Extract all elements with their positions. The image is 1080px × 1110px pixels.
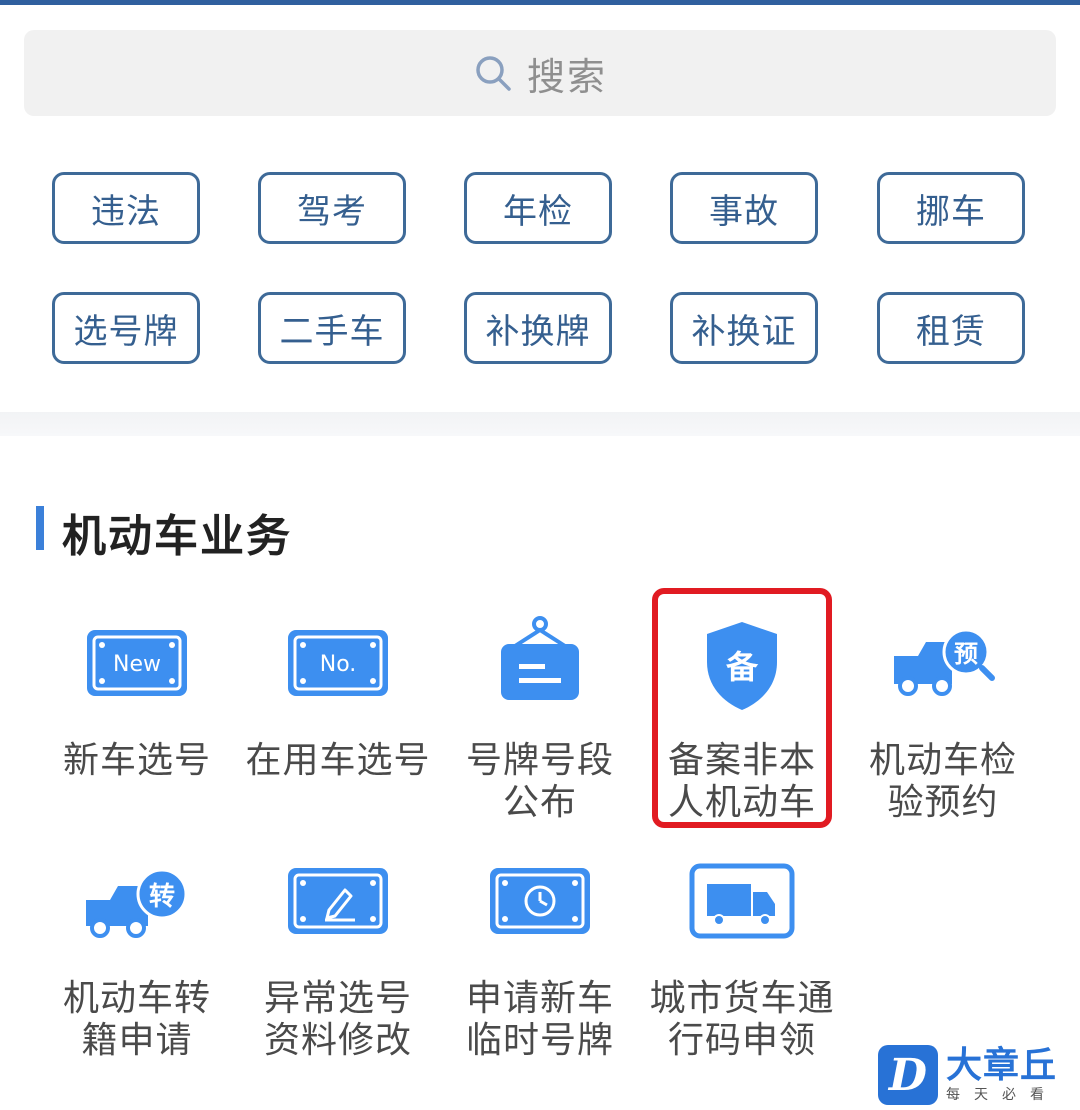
plate-clock-icon [490,868,590,934]
service-new-car-plate[interactable]: New 新车选号 [37,612,237,852]
service-plate-segment[interactable]: 号牌号段 公布 [440,612,640,852]
tag-move-car[interactable]: 挪车 [877,172,1025,244]
truck-appointment-icon: 预 [894,628,995,696]
search-icon [476,56,511,91]
service-inspection-appointment[interactable]: 预 机动车检 验预约 [843,612,1043,852]
tag-select-plate[interactable]: 选号牌 [52,292,200,364]
section-divider [0,412,1080,436]
service-label: 城市货车通 行码申领 [649,978,835,1061]
tag-annual-inspection[interactable]: 年检 [464,172,612,244]
service-label: 号牌号段 公布 [465,740,614,823]
service-cargo-truck-pass[interactable]: 城市货车通 行码申领 [642,850,842,1090]
cargo-truck-icon [689,863,795,939]
tag-rental[interactable]: 租赁 [877,292,1025,364]
svg-text:No.: No. [320,652,357,677]
section-title: 机动车业务 [62,511,292,562]
service-used-car-plate[interactable]: No. 在用车选号 [238,612,438,852]
service-transfer-registration[interactable]: 转 机动车转 籍申请 [37,850,237,1090]
service-temporary-plate[interactable]: 申请新车 临时号牌 [440,850,640,1090]
svg-text:预: 预 [954,640,978,668]
hanging-sign-icon [501,616,579,700]
shield-bei-icon: 备 [707,622,777,710]
service-label: 异常选号 资料修改 [263,978,412,1061]
service-label: 机动车检 验预约 [868,740,1017,823]
watermark: D 大章丘 每天必看 [878,1040,1080,1110]
new-plate-icon: New [87,630,187,696]
tag-used-car[interactable]: 二手车 [258,292,406,364]
tag-replace-license[interactable]: 补换证 [670,292,818,364]
search-placeholder: 搜索 [526,54,607,99]
watermark-slogan: 每天必看 [946,1087,1058,1103]
service-abnormal-plate-edit[interactable]: 异常选号 资料修改 [238,850,438,1090]
section-accent-bar [36,506,44,550]
tag-violation[interactable]: 违法 [52,172,200,244]
service-label: 新车选号 [62,740,211,781]
tag-driving-test[interactable]: 驾考 [258,172,406,244]
service-label: 申请新车 临时号牌 [465,978,614,1061]
svg-text:转: 转 [149,882,175,912]
service-label: 在用车选号 [245,740,431,781]
search-bar[interactable]: 搜索 [24,30,1056,116]
service-register-non-owner-vehicle[interactable]: 备 备案非本 人机动车 [642,612,842,852]
svg-text:New: New [113,652,161,677]
service-label: 备案非本 人机动车 [667,740,816,823]
watermark-name: 大章丘 [946,1045,1058,1086]
service-label: 机动车转 籍申请 [62,978,211,1061]
plate-edit-icon [288,868,388,934]
tag-accident[interactable]: 事故 [670,172,818,244]
tag-replace-plate[interactable]: 补换牌 [464,292,612,364]
svg-text:备: 备 [726,648,759,686]
top-border [0,0,1080,5]
truck-transfer-icon: 转 [86,868,188,938]
no-plate-icon: No. [288,630,388,696]
watermark-logo: D [878,1045,938,1105]
